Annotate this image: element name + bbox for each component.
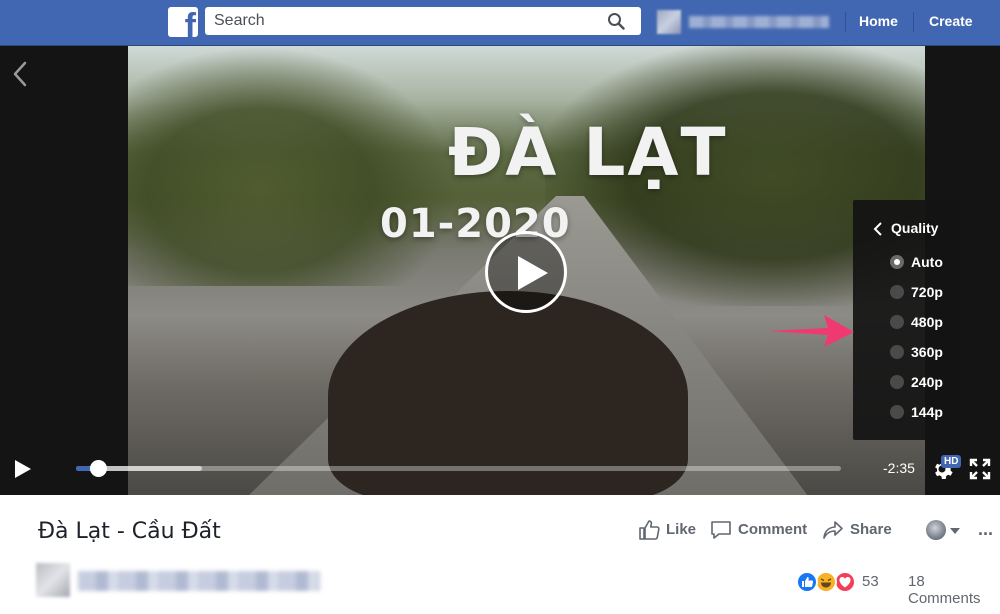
comment-button[interactable]: Comment [710, 520, 810, 540]
quality-option[interactable]: 240p [853, 367, 967, 397]
search-input[interactable] [205, 7, 585, 35]
radio-icon [890, 375, 904, 389]
big-play-button[interactable] [485, 231, 567, 313]
quality-menu: Quality Auto 720p 480p 360p 240p 144p [853, 200, 967, 440]
quality-option-label: 240p [911, 374, 943, 390]
thumbs-up-icon [639, 520, 660, 540]
reaction-count[interactable]: 53 [862, 573, 879, 590]
quality-option-label: 720p [911, 284, 943, 300]
quality-option-label: 480p [911, 314, 943, 330]
quality-option[interactable]: 144p [853, 397, 967, 427]
love-reaction-icon [834, 571, 856, 593]
video-overlay-title: ĐÀ LẠT [448, 114, 728, 191]
progress-played [76, 466, 92, 471]
video-player: ĐÀ LẠT 01-2020 Quality Auto 720p 480p 360p 2… [0, 46, 1000, 495]
caret-down-icon[interactable] [950, 528, 960, 534]
poster-name-blurred[interactable] [78, 571, 320, 591]
comment-icon [711, 521, 731, 539]
search-box [205, 7, 641, 35]
quality-option[interactable]: 480p [853, 307, 967, 337]
quality-option[interactable]: Auto [853, 247, 967, 277]
highlight-arrow-icon [768, 315, 854, 347]
top-navigation-bar: f Home Create [0, 0, 1000, 46]
nav-create-link[interactable]: Create [929, 13, 973, 29]
quality-option-label: 360p [911, 344, 943, 360]
share-label: Share [850, 521, 892, 538]
profile-name-blurred[interactable] [689, 16, 829, 28]
haha-reaction-icon [815, 571, 837, 593]
quality-option[interactable]: 720p [853, 277, 967, 307]
quality-option[interactable]: 360p [853, 337, 967, 367]
quality-option-label: Auto [911, 254, 943, 270]
quality-menu-title[interactable]: Quality [891, 220, 938, 236]
hd-badge: HD [941, 455, 962, 468]
radio-icon [890, 315, 904, 329]
video-frame[interactable]: ĐÀ LẠT 01-2020 [128, 46, 925, 495]
radio-icon [890, 285, 904, 299]
video-scene-trees [128, 46, 458, 286]
progress-bar[interactable] [76, 460, 841, 477]
facebook-logo-letter: f [184, 7, 196, 37]
share-button[interactable]: Share [822, 520, 896, 540]
poster-avatar-blurred[interactable] [36, 563, 70, 597]
back-arrow-icon[interactable] [10, 60, 30, 88]
radio-icon [890, 255, 904, 269]
play-icon [518, 256, 548, 290]
video-title: Đà Lạt - Cầu Đất [38, 519, 221, 544]
quality-option-label: 144p [911, 404, 943, 420]
share-icon [823, 521, 843, 539]
facebook-logo[interactable]: f [168, 7, 198, 37]
nav-divider [913, 12, 914, 32]
chevron-left-icon[interactable] [873, 222, 883, 236]
search-icon[interactable] [607, 12, 625, 30]
radio-icon [890, 345, 904, 359]
play-icon[interactable] [14, 459, 32, 479]
radio-icon [890, 405, 904, 419]
like-reaction-icon [796, 571, 818, 593]
progress-scrubber-handle[interactable] [90, 460, 108, 477]
profile-avatar-blurred[interactable] [657, 10, 681, 34]
time-remaining: -2:35 [883, 460, 915, 476]
video-scene-motorbike [328, 291, 688, 495]
comment-label: Comment [738, 521, 808, 538]
nav-divider [845, 12, 846, 32]
more-options-button[interactable]: ... [978, 520, 993, 538]
like-label: Like [666, 521, 697, 538]
like-button[interactable]: Like [638, 520, 700, 540]
post-as-avatar[interactable] [926, 520, 946, 540]
fullscreen-icon[interactable] [969, 458, 991, 480]
nav-home-link[interactable]: Home [859, 13, 898, 29]
reaction-icons[interactable] [796, 571, 866, 593]
comments-count-link[interactable]: 18 Comments [908, 573, 1000, 607]
